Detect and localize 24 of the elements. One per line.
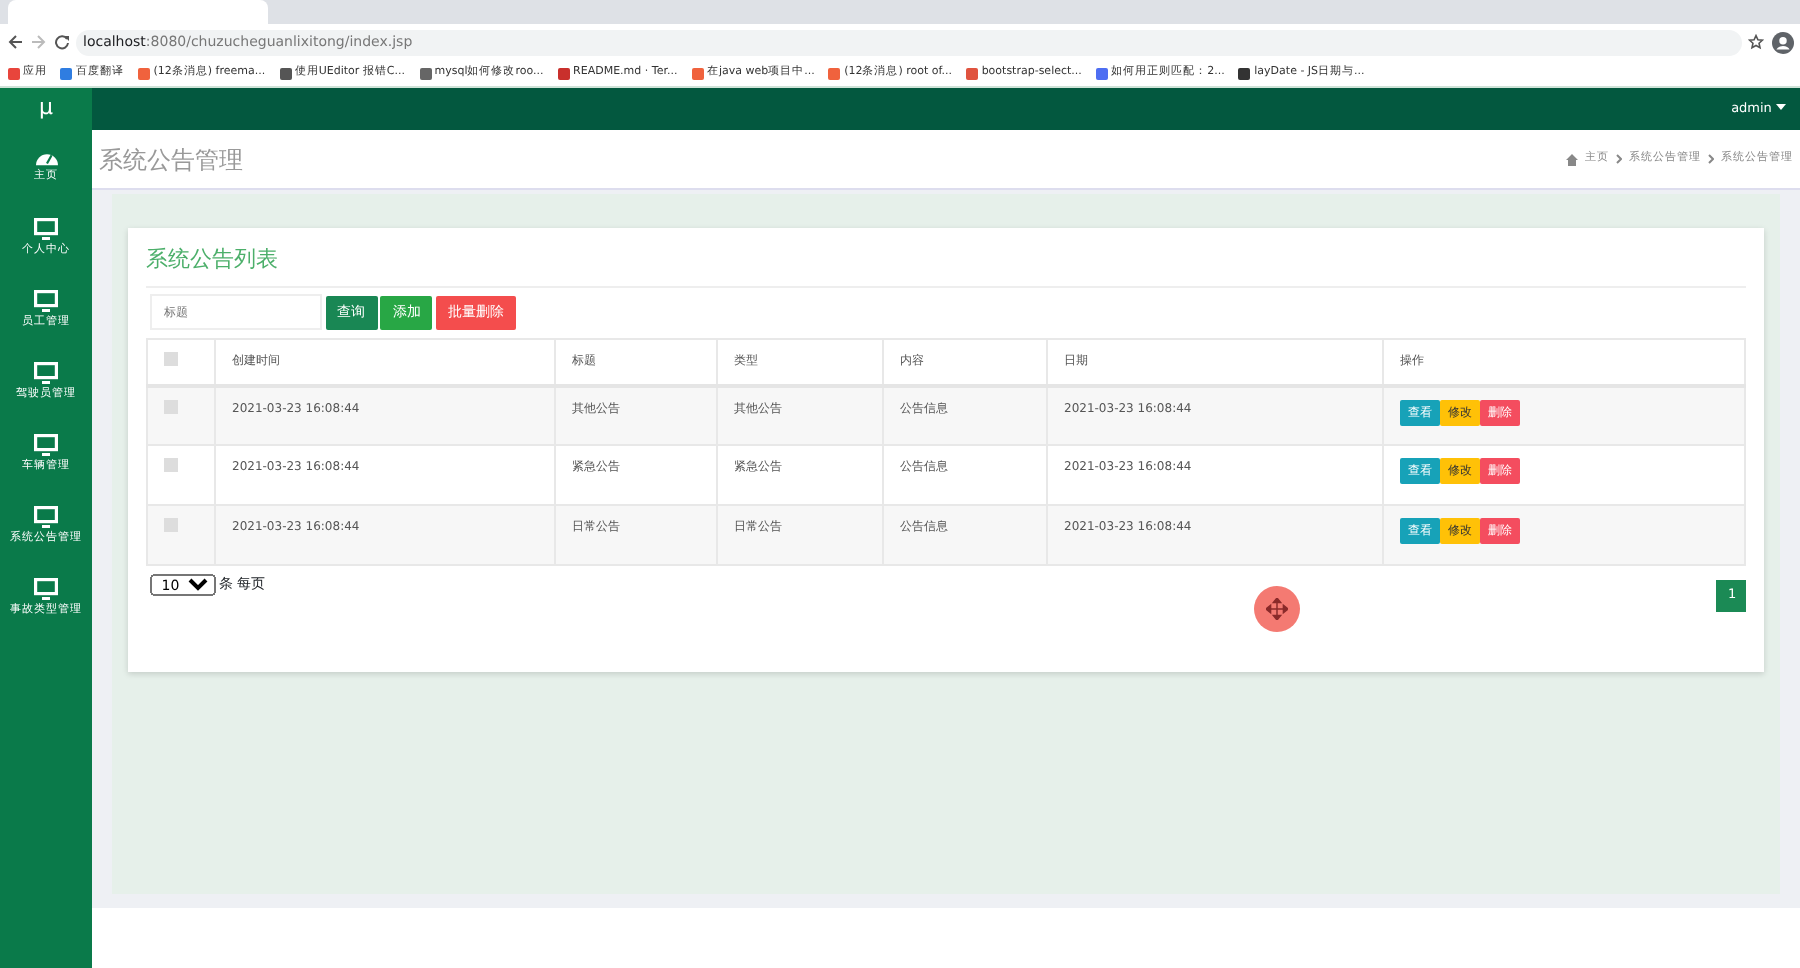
forward-icon[interactable] xyxy=(30,34,46,50)
reload-icon[interactable] xyxy=(53,34,69,50)
checkbox[interactable] xyxy=(164,458,178,472)
monitor-icon xyxy=(34,505,58,527)
checkbox[interactable] xyxy=(164,518,178,532)
chevron-icon xyxy=(1616,154,1622,164)
monitor-icon xyxy=(34,217,58,239)
chevron-icon xyxy=(1708,154,1714,164)
home-icon xyxy=(1566,153,1578,165)
account-icon[interactable] xyxy=(1771,31,1793,53)
caret-icon xyxy=(1776,104,1786,111)
page-title: 系统公告管理 xyxy=(99,143,243,177)
monitor-icon xyxy=(34,289,58,311)
checkbox[interactable] xyxy=(164,351,178,365)
move-icon xyxy=(1266,598,1288,620)
card-title: 系统公告列表 xyxy=(146,244,1746,287)
back-icon[interactable] xyxy=(7,34,23,50)
monitor-icon xyxy=(34,361,58,383)
star-icon[interactable] xyxy=(1748,34,1764,50)
checkbox[interactable] xyxy=(164,399,178,413)
monitor-icon xyxy=(34,577,58,599)
logo: μ xyxy=(37,92,55,125)
browser-tab[interactable] xyxy=(8,0,268,24)
monitor-icon xyxy=(34,433,58,455)
